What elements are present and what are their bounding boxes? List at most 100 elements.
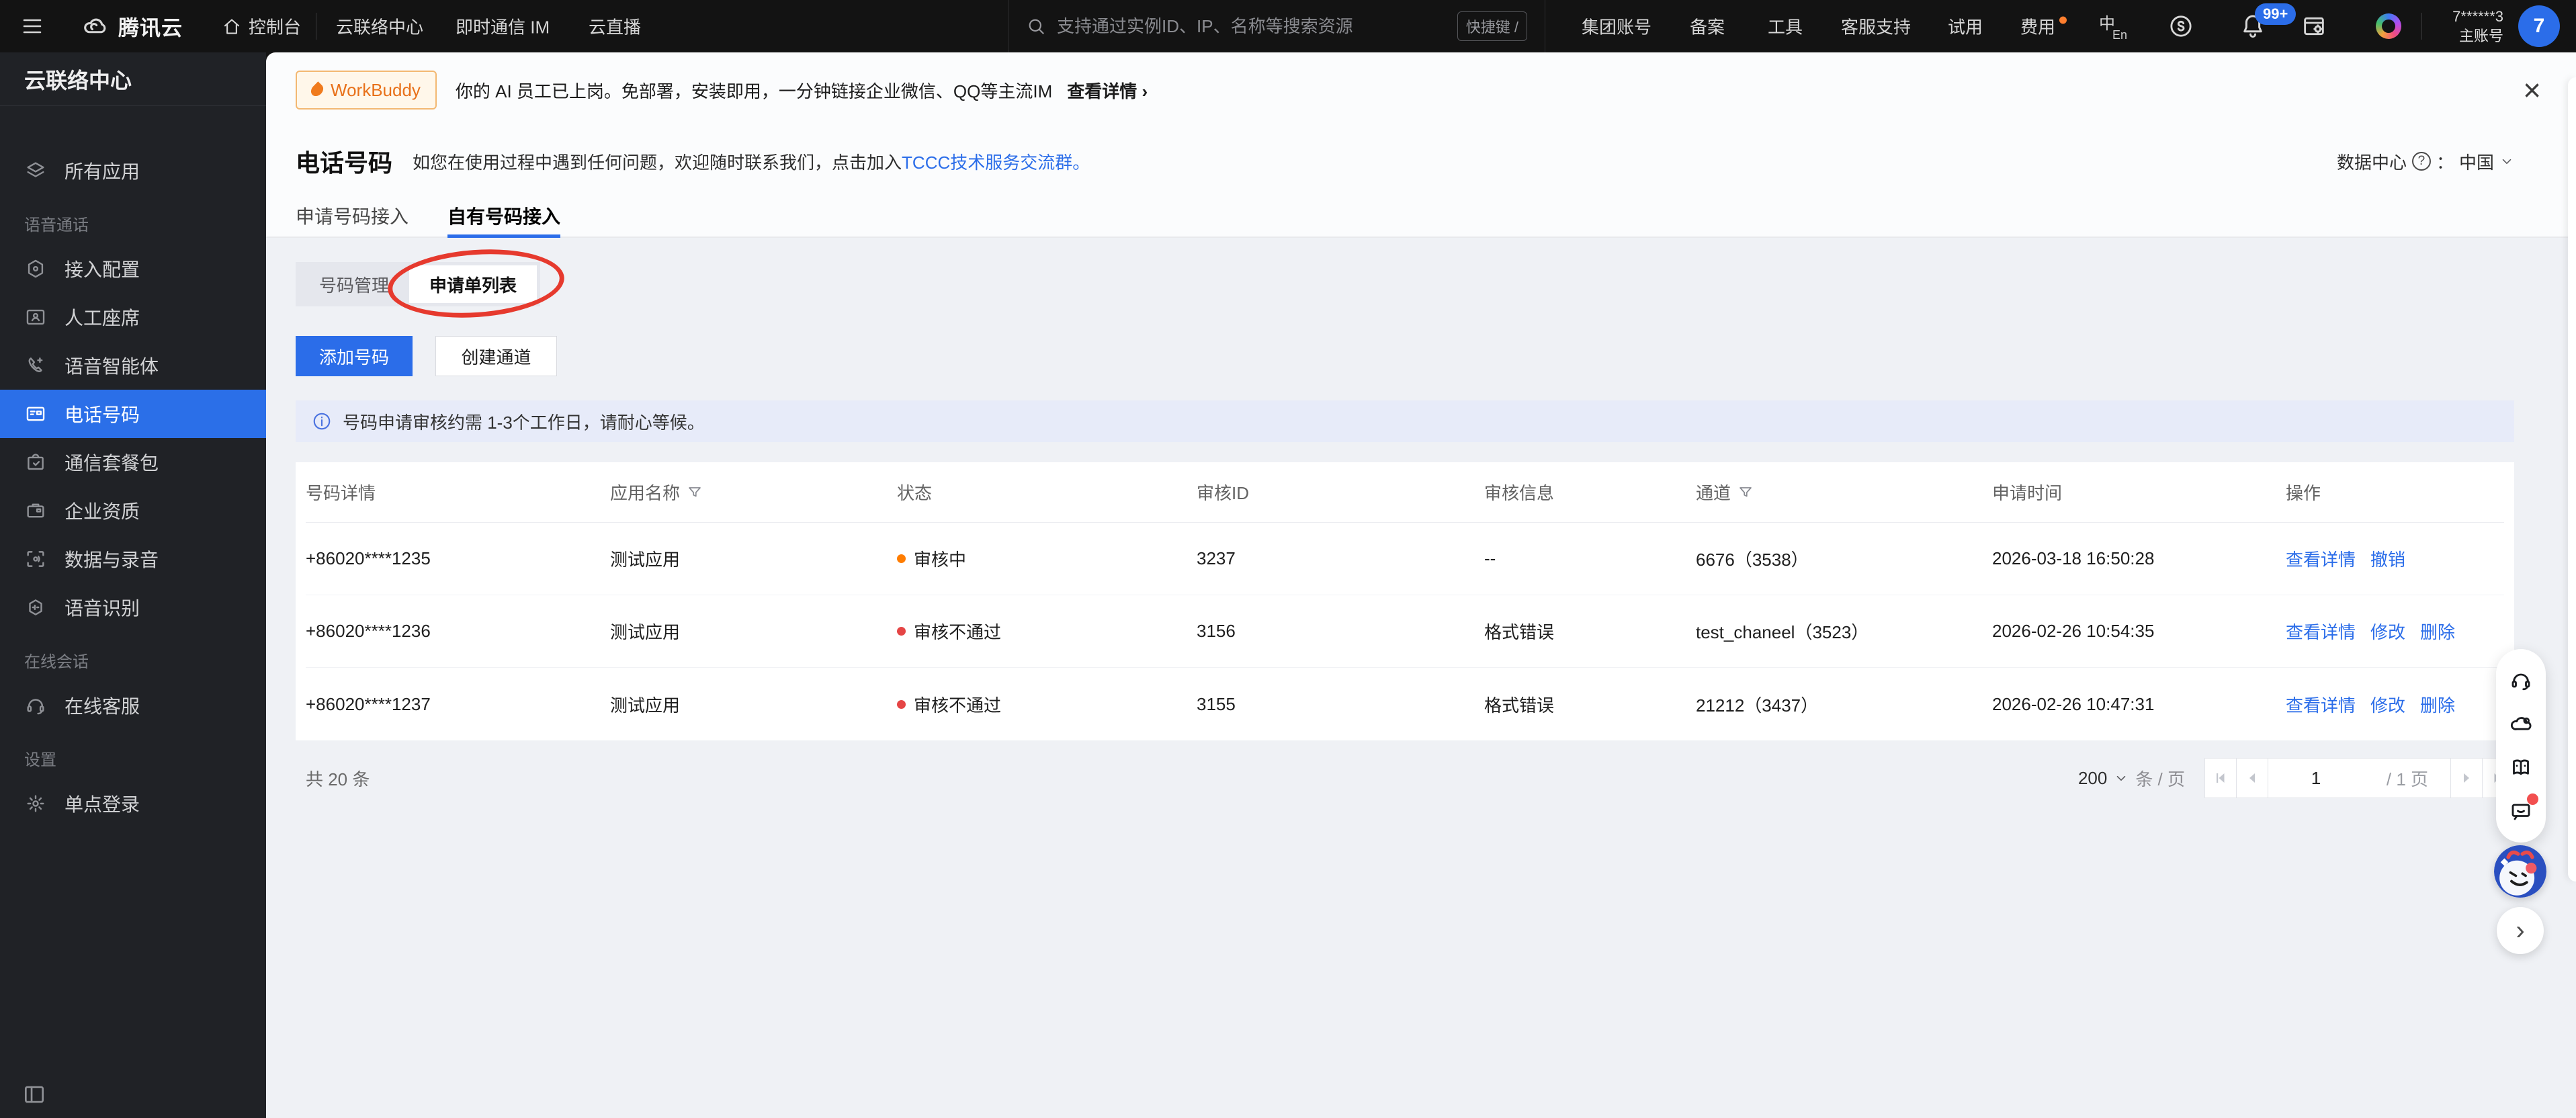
language-toggle-icon[interactable]: 中 En — [2099, 13, 2127, 42]
modify-link[interactable]: 修改 — [2370, 692, 2405, 717]
cloud-notification-icon[interactable] — [2509, 712, 2533, 736]
tab-own-number[interactable]: 自有号码接入 — [447, 195, 561, 238]
table-row: +86020****1235 测试应用 审核中 3237 -- 6676（353… — [306, 523, 2504, 595]
promo-banner: WorkBuddy 你的 AI 员工已上岗。免部署，安装即用，一分钟链接企业微信… — [266, 52, 2576, 128]
sidebar-item-voice-bot[interactable]: 语音智能体 — [0, 341, 266, 390]
flame-icon — [308, 81, 326, 99]
layers-icon — [27, 162, 44, 177]
nav-im[interactable]: 即时通信 IM — [456, 14, 550, 39]
sidebar-item-all-apps[interactable]: 所有应用 — [0, 146, 266, 195]
tccc-group-link[interactable]: TCCC技术服务交流群。 — [902, 153, 1090, 173]
account-info[interactable]: 7******3 主账号 — [2424, 7, 2503, 46]
table-row: +86020****1236 测试应用 审核不通过 3156 格式错误 test… — [306, 595, 2504, 668]
menu-group-account[interactable]: 集团账号 — [1582, 14, 1651, 39]
sidebar-section-voice-call: 语音通话 — [24, 216, 89, 234]
main-content: WorkBuddy 你的 AI 员工已上岗。免部署，安装即用，一分钟链接企业微信… — [266, 52, 2576, 1118]
view-detail-link[interactable]: 查看详情 — [2286, 619, 2356, 644]
sidebar-item-access-config[interactable]: 接入配置 — [0, 245, 266, 293]
sidebar-collapse-icon[interactable] — [22, 1082, 47, 1107]
table-header-row: 号码详情 应用名称 状态 审核ID 审核信息 通道 申请时间 操作 — [306, 462, 2504, 523]
subtab-application-list[interactable]: 申请单列表 — [409, 265, 538, 303]
feedback-chat-icon[interactable] — [2509, 793, 2538, 823]
billing-alert-dot — [2059, 16, 2067, 24]
workbuddy-badge[interactable]: WorkBuddy — [296, 71, 437, 110]
nav-console[interactable]: 控制台 — [222, 14, 301, 39]
col-app-name: 应用名称 — [610, 480, 897, 505]
sidebar-item-asr[interactable]: 语音识别 — [0, 583, 266, 632]
notice-text: 号码申请审核约需 1-3个工作日，请耐心等候。 — [343, 412, 705, 433]
agent-card-icon — [26, 309, 45, 325]
tencent-cloud-logo[interactable]: 腾讯云 — [81, 11, 183, 42]
close-icon[interactable]: × — [2523, 75, 2541, 105]
nav-live[interactable]: 云直播 — [589, 14, 641, 39]
page-header: 电话号码 如您在使用过程中遇到任何问题，欢迎随时联系我们，点击加入TCCC技术服… — [266, 128, 2576, 195]
filter-icon[interactable] — [1737, 484, 1754, 501]
account-avatar[interactable]: 7 — [2518, 5, 2560, 47]
pagination: 共 20 条 200 条 / 页 / 1 页 — [296, 758, 2514, 798]
add-number-button[interactable]: 添加号码 — [296, 336, 413, 376]
menu-icp[interactable]: 备案 — [1690, 14, 1725, 39]
tab-panel: 号码管理 申请单列表 添加号码 创建通道 号码申请审核约需 1-3个工作日，请耐… — [266, 238, 2576, 1118]
notifications-bell-icon[interactable]: 99+ — [2239, 3, 2296, 42]
cell-number: +86020****1236 — [306, 621, 431, 641]
mascot-avatar[interactable] — [2494, 845, 2546, 898]
cell-channel: test_chaneel（3523） — [1696, 622, 1869, 642]
side-panel-edge[interactable] — [2568, 77, 2576, 882]
revoke-link[interactable]: 撤销 — [2370, 546, 2405, 571]
cell-channel: 6676（3538） — [1696, 550, 1809, 570]
sidebar-item-data-recording[interactable]: 数据与录音 — [0, 535, 266, 583]
view-detail-link[interactable]: 查看详情 — [2286, 692, 2356, 717]
view-detail-link[interactable]: 查看详情 — [2286, 546, 2356, 571]
hamburger-menu-icon[interactable] — [20, 14, 44, 38]
menu-support[interactable]: 客服支持 — [1841, 14, 1911, 39]
sidebar-item-package[interactable]: 通信套餐包 — [0, 438, 266, 486]
feedback-icon[interactable] — [2167, 13, 2194, 40]
delete-link[interactable]: 删除 — [2420, 619, 2455, 644]
help-icon[interactable]: ? — [2411, 152, 2431, 171]
expand-chevron-button[interactable]: › — [2497, 907, 2544, 954]
feedback-alert-dot — [2527, 793, 2538, 806]
cell-operations: 查看详情 修改 删除 — [2286, 692, 2504, 717]
status-badge: 审核中 — [897, 546, 1197, 571]
nav-contact-center[interactable]: 云联络中心 — [336, 14, 423, 39]
menu-tools[interactable]: 工具 — [1768, 14, 1803, 39]
console-collection-icon[interactable] — [2301, 13, 2327, 40]
cell-audit-id: 3155 — [1197, 693, 1236, 714]
hexagon-config-icon — [28, 259, 44, 278]
filter-icon[interactable] — [687, 484, 703, 501]
menu-billing[interactable]: 费用 — [2020, 14, 2067, 39]
assistant-swirl-icon[interactable] — [2376, 13, 2401, 39]
sidebar-item-online-service[interactable]: 在线客服 — [0, 681, 266, 730]
notification-count-badge[interactable]: 99+ — [2255, 3, 2296, 25]
first-page-button[interactable] — [2204, 758, 2237, 798]
menu-trial[interactable]: 试用 — [1948, 14, 1983, 39]
banner-detail-link[interactable]: 查看详情 › — [1067, 78, 1148, 103]
total-count: 共 20 条 — [306, 769, 370, 789]
sidebar-section-online-session: 在线会话 — [24, 652, 89, 671]
modify-link[interactable]: 修改 — [2370, 619, 2405, 644]
create-channel-button[interactable]: 创建通道 — [435, 336, 557, 376]
cell-number: +86020****1237 — [306, 693, 431, 714]
status-dot — [897, 699, 906, 709]
delete-link[interactable]: 删除 — [2420, 692, 2455, 717]
search-input[interactable] — [1057, 15, 1406, 37]
sidebar: 云联络中心 所有应用 语音通话 接入配置 人工座席 语音智能体 电话号码 通信套… — [0, 52, 266, 1118]
col-channel: 通道 — [1696, 480, 1992, 505]
next-page-button[interactable] — [2450, 758, 2483, 798]
subtab-number-management[interactable]: 号码管理 — [299, 265, 409, 303]
page-size-select[interactable]: 200 — [2078, 768, 2129, 789]
status-dot — [897, 627, 906, 636]
tab-apply-number[interactable]: 申请号码接入 — [296, 195, 409, 236]
sidebar-item-agent[interactable]: 人工座席 — [0, 293, 266, 341]
docs-book-icon[interactable] — [2509, 755, 2533, 779]
prev-page-button[interactable] — [2236, 758, 2268, 798]
sidebar-item-enterprise[interactable]: 企业资质 — [0, 486, 266, 535]
page-number-input[interactable] — [2268, 758, 2364, 798]
cell-audit-info: 格式错误 — [1484, 695, 1555, 716]
datacenter-selector[interactable]: 数据中心 ? ： 中国 — [2337, 149, 2514, 174]
support-headset-icon[interactable] — [2509, 669, 2533, 693]
gear-icon — [27, 795, 44, 812]
sidebar-item-phone-numbers[interactable]: 电话号码 — [0, 390, 266, 438]
tabs: 申请号码接入 自有号码接入 — [266, 195, 2576, 238]
sidebar-item-sso[interactable]: 单点登录 — [0, 779, 266, 828]
